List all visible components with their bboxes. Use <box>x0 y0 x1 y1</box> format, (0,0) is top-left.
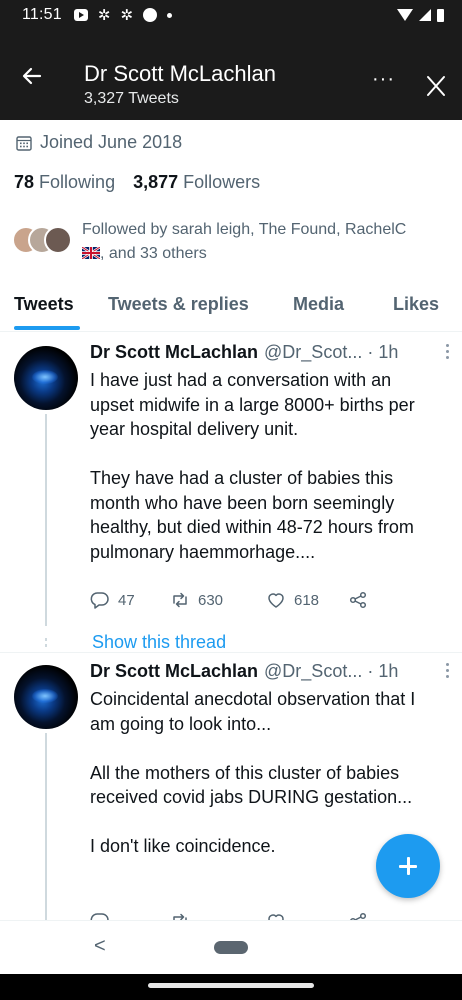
retweet-button[interactable]: 630 <box>170 590 266 610</box>
follower-avatars <box>12 226 76 260</box>
joined-text: Joined June 2018 <box>40 132 183 152</box>
profile-header: Dr Scott McLachlan 3,327 Tweets ··· <box>0 30 462 120</box>
followed-by-line1: Followed by sarah leigh, The Found, Rach… <box>82 221 407 238</box>
nav-back-icon[interactable]: < <box>94 935 106 958</box>
author-handle-time: @Dr_Scot... · 1h <box>264 342 399 362</box>
thread-dots <box>45 638 47 652</box>
followed-by-line2: , and 33 others <box>100 245 207 262</box>
like-button[interactable]: 618 <box>266 590 348 610</box>
status-time: 11:51 <box>22 6 62 23</box>
reply-button[interactable]: 47 <box>90 590 170 610</box>
followed-by[interactable]: Followed by sarah leigh, The Found, Rach… <box>12 218 442 266</box>
tweet-header: Dr Scott McLachlan @Dr_Scot... · 1h <box>90 661 398 682</box>
signal-icon <box>419 9 431 21</box>
more-options-icon[interactable]: ··· <box>372 69 395 89</box>
reply-icon <box>90 592 109 609</box>
gesture-handle[interactable] <box>148 983 314 988</box>
messenger-icon <box>143 8 158 22</box>
battery-icon <box>437 8 444 22</box>
author-name[interactable]: Dr Scott McLachlan <box>90 342 258 363</box>
show-thread-link[interactable]: Show this thread <box>92 632 226 653</box>
tab-media[interactable]: Media <box>293 294 344 315</box>
thread-line <box>45 733 47 920</box>
profile-tabs: Tweets Tweets & replies Media Likes <box>0 284 462 332</box>
author-handle-time: @Dr_Scot... · 1h <box>264 661 399 681</box>
profile-content: Joined June 2018 78 Following 3,877 Foll… <box>0 120 462 920</box>
back-arrow-icon[interactable] <box>20 64 44 88</box>
tweet-paragraph: They have had a cluster of babies this m… <box>90 468 414 562</box>
wifi-icon <box>397 9 413 21</box>
share-icon <box>350 912 367 920</box>
system-nav-bar: < <box>0 920 462 974</box>
tab-tweets[interactable]: Tweets <box>14 294 74 315</box>
tweet-header: Dr Scott McLachlan @Dr_Scot... · 1h <box>90 342 398 363</box>
tweet-actions <box>90 911 368 920</box>
thread-line <box>45 414 47 626</box>
avatar[interactable] <box>14 346 78 410</box>
tweet-actions: 47 630 618 <box>90 590 368 610</box>
retweet-button[interactable] <box>170 911 266 920</box>
share-icon <box>349 591 367 609</box>
reply-button[interactable] <box>90 911 170 920</box>
tweet-text: I have just had a conversation with an u… <box>90 368 440 564</box>
pinwheel-icon: ✲ <box>97 6 111 24</box>
tweet-paragraph: I have just had a conversation with an u… <box>90 370 415 439</box>
tweet-menu-icon[interactable] <box>446 344 450 360</box>
tweet[interactable]: Dr Scott McLachlan @Dr_Scot... · 1h I ha… <box>0 332 462 662</box>
followed-by-text: Followed by sarah leigh, The Found, Rach… <box>82 218 442 266</box>
tweet-paragraph: Coincidental anecdotal observation that … <box>90 689 416 734</box>
notification-icons: ✲ ✲ <box>73 6 173 24</box>
gesture-area <box>0 974 462 1000</box>
close-icon[interactable] <box>424 74 448 98</box>
tweet-paragraph: All the mothers of this cluster of babie… <box>90 762 413 808</box>
retweet-icon <box>173 592 187 608</box>
share-button[interactable] <box>348 911 368 920</box>
following-link[interactable]: 78 Following <box>14 172 115 193</box>
reply-count: 47 <box>118 591 135 609</box>
tab-tweets-and-replies[interactable]: Tweets & replies <box>108 294 249 315</box>
more-notifications-icon <box>167 12 173 18</box>
like-count: 618 <box>294 591 320 609</box>
uk-flag-icon <box>82 247 100 259</box>
heart-icon <box>268 593 284 608</box>
following-label: Following <box>39 172 116 192</box>
tweet-text: Coincidental anecdotal observation that … <box>90 687 440 859</box>
retweet-icon <box>173 913 187 920</box>
nav-home-pill[interactable] <box>214 941 248 954</box>
like-button[interactable] <box>266 911 348 920</box>
followers-link[interactable]: 3,877 Followers <box>133 172 260 193</box>
header-title: Dr Scott McLachlan <box>84 61 276 86</box>
followers-count: 3,877 <box>133 172 179 192</box>
active-tab-indicator <box>14 326 80 330</box>
status-bar: 11:51 ✲ ✲ <box>0 0 462 30</box>
calendar-icon <box>16 135 32 151</box>
tweet-menu-icon[interactable] <box>446 663 450 679</box>
pinwheel-icon: ✲ <box>120 6 134 24</box>
retweet-count: 630 <box>198 591 224 609</box>
avatar <box>44 226 72 254</box>
followers-label: Followers <box>183 172 261 192</box>
reply-icon <box>90 913 109 920</box>
youtube-icon <box>73 9 88 21</box>
follow-stats: 78 Following 3,877 Followers <box>14 172 260 193</box>
author-name[interactable]: Dr Scott McLachlan <box>90 661 258 682</box>
heart-icon <box>268 914 284 920</box>
system-icons <box>397 8 444 22</box>
avatar[interactable] <box>14 665 78 729</box>
following-count: 78 <box>14 172 35 192</box>
compose-tweet-button[interactable] <box>376 834 440 898</box>
tab-likes[interactable]: Likes <box>393 294 439 315</box>
tweet-count: 3,327 Tweets <box>84 90 179 107</box>
share-button[interactable] <box>348 590 368 610</box>
joined-date: Joined June 2018 <box>16 132 182 153</box>
